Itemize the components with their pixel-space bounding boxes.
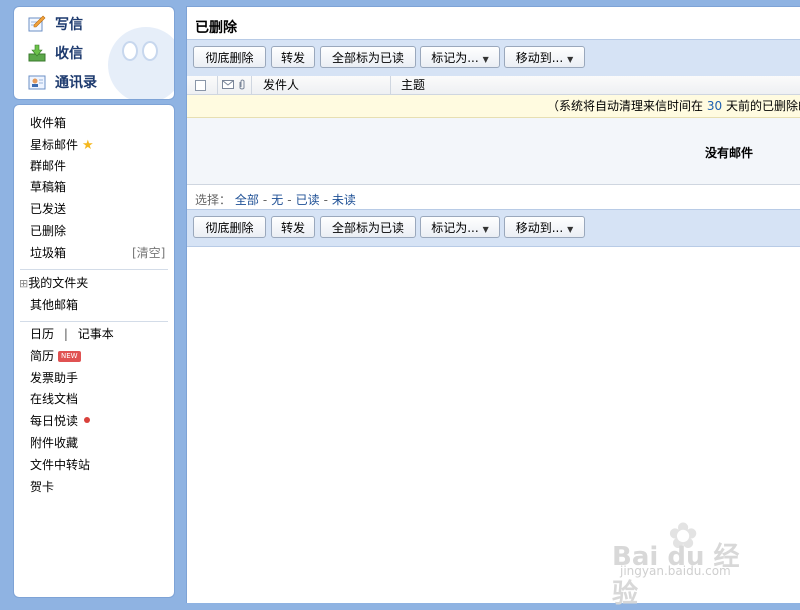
mark-as-label: 标记为... <box>431 221 479 235</box>
select-label: 选择： <box>195 193 232 207</box>
contacts-button[interactable]: 通讯录 <box>28 71 97 93</box>
folder-nav: 收件箱 星标邮件 ★ 群邮件 草稿箱 已发送 已删除 垃圾箱 [清空] ⊞我的文件… <box>13 104 175 598</box>
bottom-toolbar: 彻底删除 转发 全部标为已读 标记为... ▼ 移动到... ▼ <box>187 209 800 247</box>
select-all-checkbox[interactable] <box>195 76 206 94</box>
mark-as-dropdown[interactable]: 标记为... ▼ <box>420 216 500 238</box>
notebook-link[interactable]: 记事本 <box>78 327 114 341</box>
star-icon: ★ <box>82 138 94 153</box>
top-toolbar: 彻底删除 转发 全部标为已读 标记为... ▼ 移动到... ▼ <box>187 39 800 77</box>
nav-item-daily-read[interactable]: 每日悦读 <box>30 411 91 431</box>
nav-item-deleted[interactable]: 已删除 <box>30 221 66 241</box>
separator: - <box>262 193 268 207</box>
column-divider <box>390 76 391 94</box>
nav-item-group-mail[interactable]: 群邮件 <box>30 156 66 176</box>
mark-all-read-button[interactable]: 全部标为已读 <box>320 216 416 238</box>
quick-actions-panel: 写信 收信 通讯录 <box>13 6 175 100</box>
delete-permanently-button[interactable]: 彻底删除 <box>193 216 266 238</box>
chevron-down-icon: ▼ <box>567 225 574 234</box>
unread-dot-icon <box>84 417 91 423</box>
nav-divider <box>20 321 168 322</box>
subject-column-header[interactable]: 主题 <box>401 76 425 94</box>
nav-item-starred-label: 星标邮件 <box>30 138 79 152</box>
notice-suffix: 天前的已删除邮件） <box>725 99 800 113</box>
nav-item-drafts[interactable]: 草稿箱 <box>30 177 66 197</box>
envelope-icon <box>222 76 234 94</box>
penguin-eye-left <box>122 41 138 61</box>
sender-column-header[interactable]: 发件人 <box>263 76 299 94</box>
calendar-notebook-row: 日历 | 记事本 <box>30 324 114 344</box>
chevron-down-icon: ▼ <box>567 55 574 64</box>
link-divider: | <box>63 327 68 341</box>
select-none-link[interactable]: 无 <box>271 193 283 207</box>
column-divider <box>251 76 252 94</box>
mail-column-header: 发件人 主题 <box>187 76 800 95</box>
contacts-card-icon <box>28 73 46 91</box>
select-read-link[interactable]: 已读 <box>296 193 320 207</box>
nav-item-online-docs[interactable]: 在线文档 <box>30 389 78 409</box>
notice-text: （系统将自动清理来信时间在 30 天前的已删除邮件） <box>547 95 800 117</box>
nav-item-invoice-helper[interactable]: 发票助手 <box>30 368 78 388</box>
separator: - <box>287 193 292 207</box>
chevron-down-icon: ▼ <box>482 225 489 234</box>
my-folders-label: 我的文件夹 <box>28 276 89 290</box>
clear-spam-link[interactable]: [清空] <box>132 243 165 263</box>
nav-item-spam[interactable]: 垃圾箱 <box>30 243 66 263</box>
daily-read-label: 每日悦读 <box>30 414 79 428</box>
nav-item-starred[interactable]: 星标邮件 ★ <box>30 135 94 155</box>
empty-state-text: 没有邮件 <box>705 146 754 160</box>
quick-select-row: 选择： 全部 - 无 - 已读 - 未读 <box>195 191 356 209</box>
forward-button[interactable]: 转发 <box>271 216 315 238</box>
auto-cleanup-notice: （系统将自动清理来信时间在 30 天前的已删除邮件） <box>187 95 800 118</box>
compose-pencil-icon <box>28 15 46 33</box>
move-to-dropdown[interactable]: 移动到... ▼ <box>504 46 585 68</box>
resume-label: 简历 <box>30 349 55 363</box>
calendar-link[interactable]: 日历 <box>30 327 54 341</box>
penguin-eye-right <box>142 41 158 61</box>
expand-toggle-icon[interactable]: ⊞ <box>19 277 28 290</box>
chevron-down-icon: ▼ <box>482 55 489 64</box>
notice-days: 30 <box>706 99 723 113</box>
mark-as-label: 标记为... <box>431 51 479 65</box>
page-title: 已删除 <box>195 20 237 36</box>
nav-divider <box>20 269 168 270</box>
compose-button[interactable]: 写信 <box>28 13 83 35</box>
separator: - <box>323 193 328 207</box>
select-unread-link[interactable]: 未读 <box>332 193 356 207</box>
notice-prefix: （系统将自动清理来信时间在 <box>547 99 704 113</box>
empty-list-area: 没有邮件 <box>187 118 800 185</box>
new-badge: NEW <box>58 351 81 362</box>
watermark-site: jingyan.baidu.com <box>620 564 731 578</box>
select-all-link[interactable]: 全部 <box>235 193 259 207</box>
nav-item-other-mailboxes[interactable]: 其他邮箱 <box>30 295 78 315</box>
nav-item-sent[interactable]: 已发送 <box>30 199 66 219</box>
forward-button[interactable]: 转发 <box>271 46 315 68</box>
mark-all-read-button[interactable]: 全部标为已读 <box>320 46 416 68</box>
mail-list-pane: 已删除 彻底删除 转发 全部标为已读 标记为... ▼ 移动到... ▼ 发件人 主… <box>186 6 800 603</box>
contacts-label: 通讯录 <box>55 75 97 91</box>
inbox-download-icon <box>28 44 46 62</box>
my-folders[interactable]: ⊞我的文件夹 <box>19 273 88 293</box>
move-to-dropdown[interactable]: 移动到... ▼ <box>504 216 585 238</box>
move-to-label: 移动到... <box>515 221 564 235</box>
baidu-jingyan-watermark: ✿ Bai du 经验 jingyan.baidu.com <box>612 516 762 609</box>
compose-label: 写信 <box>55 17 83 33</box>
column-divider <box>217 76 218 94</box>
inbox-button[interactable]: 收信 <box>28 42 83 64</box>
nav-item-attachments[interactable]: 附件收藏 <box>30 433 78 453</box>
qq-penguin-decoration <box>108 27 174 99</box>
nav-item-cards[interactable]: 贺卡 <box>30 477 54 497</box>
inbox-label: 收信 <box>55 46 83 62</box>
move-to-label: 移动到... <box>515 51 564 65</box>
attachment-icon <box>238 76 246 94</box>
nav-item-inbox[interactable]: 收件箱 <box>30 113 66 133</box>
delete-permanently-button[interactable]: 彻底删除 <box>193 46 266 68</box>
nav-item-file-transfer[interactable]: 文件中转站 <box>30 455 90 475</box>
nav-item-resume[interactable]: 简历 NEW <box>30 346 81 366</box>
mark-as-dropdown[interactable]: 标记为... ▼ <box>420 46 500 68</box>
